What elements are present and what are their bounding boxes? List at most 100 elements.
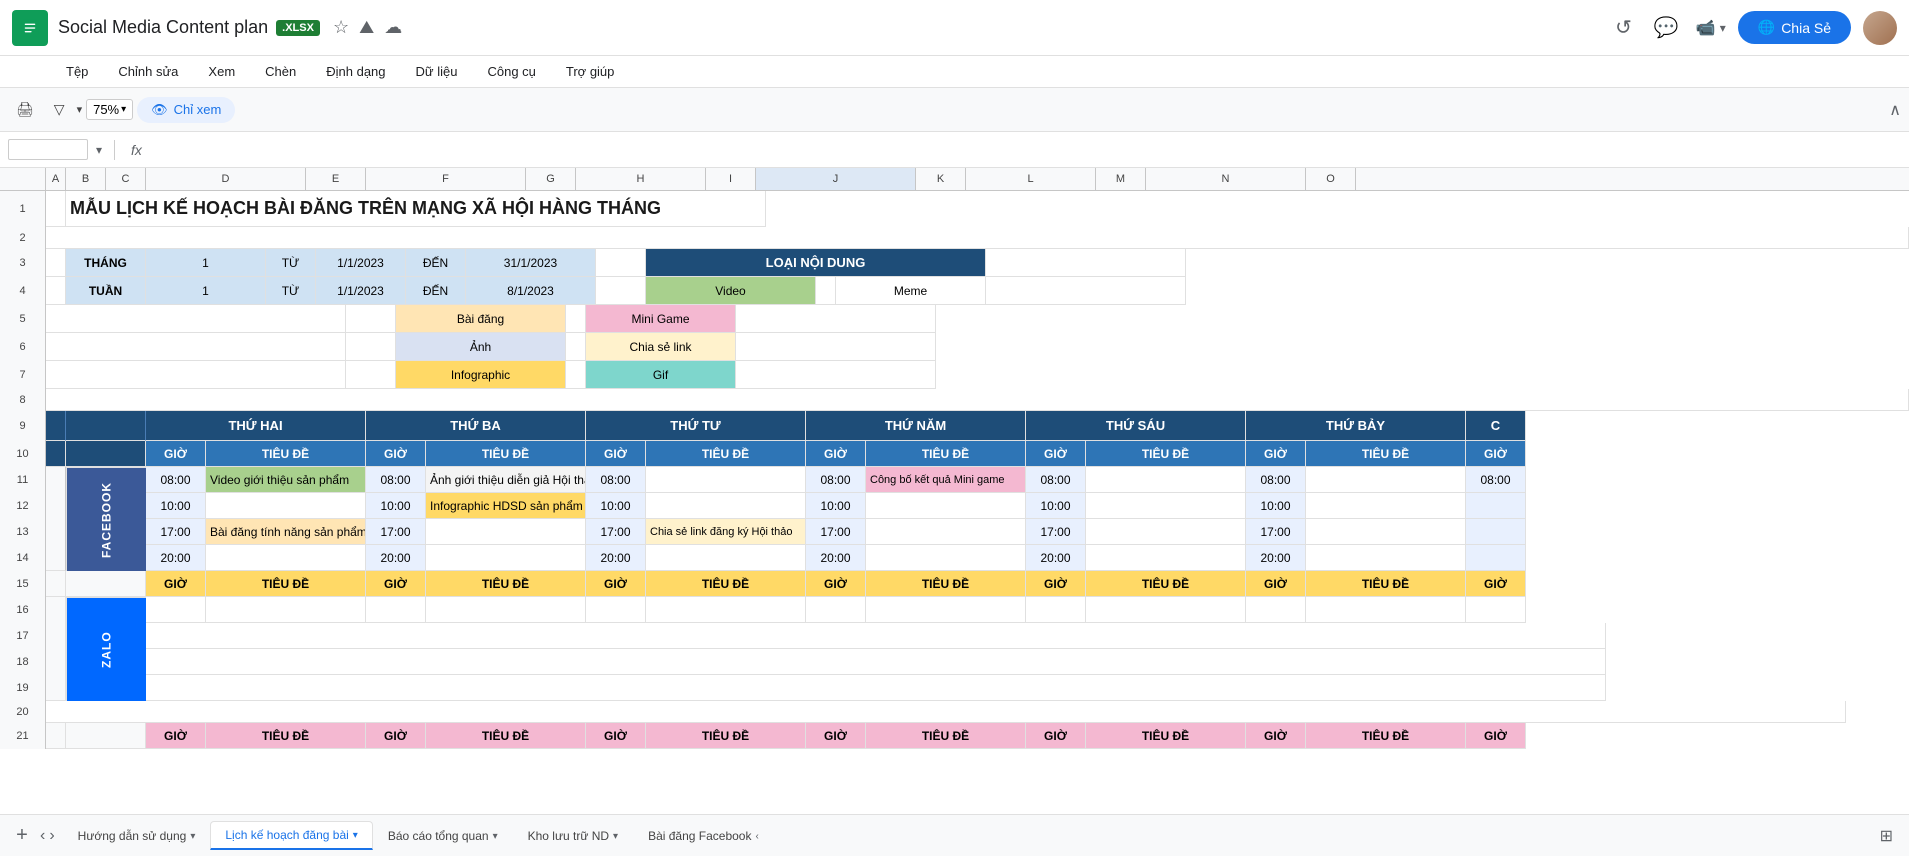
- filter-button[interactable]: ▽: [46, 97, 73, 122]
- add-sheet-button[interactable]: +: [8, 822, 36, 850]
- toolbar-right: ∧: [1889, 100, 1901, 120]
- menu-chen[interactable]: Chèn: [259, 62, 302, 81]
- menu-dinh-dang[interactable]: Định dạng: [320, 62, 391, 81]
- fb-gio-3-2: 17:00: [366, 519, 426, 545]
- col-a[interactable]: A: [46, 168, 66, 190]
- tab-lich-ke-hoach-dropdown[interactable]: ▾: [353, 830, 358, 841]
- rownum-8: 8: [0, 389, 46, 411]
- tab-bao-cao[interactable]: Báo cáo tổng quan ▾: [373, 822, 513, 849]
- user-avatar[interactable]: [1863, 11, 1897, 45]
- menu-tep[interactable]: Tệp: [60, 62, 94, 81]
- tab-next-button[interactable]: ›: [49, 827, 54, 845]
- rownum-6: 6: [0, 333, 46, 361]
- share-button[interactable]: 🌐 Chia Sẻ: [1738, 11, 1851, 44]
- fb-title-2-3: [646, 493, 806, 519]
- fb-title-4-4: [866, 545, 1026, 571]
- fb-title-1-1: Video giới thiệu sản phẩm: [206, 467, 366, 493]
- fb-title-3-4: [866, 519, 1026, 545]
- zalo-sub-tieu-de-1: TIÊU ĐỀ: [206, 571, 366, 597]
- drive-icon[interactable]: ⛰: [359, 17, 374, 38]
- loai-mini-game: Mini Game: [586, 305, 736, 333]
- fb-title-2-5: [1086, 493, 1246, 519]
- rownum-5: 5: [0, 305, 46, 333]
- col-k[interactable]: K: [916, 168, 966, 190]
- sub-gio-6: GIỜ: [1246, 441, 1306, 467]
- fb-row-11: 08:00 Video giới thiệu sản phẩm 08:00 Ản…: [146, 467, 1909, 493]
- row-21: 21 GIỜ TIÊU ĐỀ GIỜ TIÊU ĐỀ GIỜ TIÊU ĐỀ G…: [0, 723, 1909, 749]
- fb-gio-1-6: 08:00: [1246, 467, 1306, 493]
- menu-du-lieu[interactable]: Dữ liệu: [410, 62, 464, 81]
- fb-title-2-6: [1306, 493, 1466, 519]
- history-button[interactable]: ↺: [1615, 15, 1632, 40]
- sub-tieu-de-1: TIÊU ĐỀ: [206, 441, 366, 467]
- eye-icon: 👁: [151, 102, 168, 118]
- fb-gio-2-7: [1466, 493, 1526, 519]
- fb-gio-2-1: 10:00: [146, 493, 206, 519]
- col-c[interactable]: C: [106, 168, 146, 190]
- chi-xem-button[interactable]: 👁 Chỉ xem: [137, 97, 235, 123]
- fb-gio-1-4: 08:00: [806, 467, 866, 493]
- meet-button[interactable]: 📹 ▾: [1696, 18, 1726, 38]
- fb-title-3-3: Chia sẻ link đăng ký Hội thảo: [646, 519, 806, 545]
- tab-huong-dan-dropdown[interactable]: ▾: [190, 831, 195, 842]
- row-15-zalo-headers: 15 GIỜ TIÊU ĐỀ GIỜ TIÊU ĐỀ GIỜ TIÊU ĐỀ G…: [0, 571, 1909, 597]
- row-nums-col: 11 12 13 14: [0, 467, 46, 571]
- menu-chinh-sua[interactable]: Chỉnh sửa: [112, 62, 184, 81]
- col-m[interactable]: M: [1096, 168, 1146, 190]
- tab-kho-luu-tru-dropdown[interactable]: ▾: [613, 831, 618, 842]
- menu-cong-cu[interactable]: Công cụ: [481, 62, 541, 81]
- cloud-icon[interactable]: ☁: [384, 17, 402, 38]
- facebook-data: 08:00 Video giới thiệu sản phẩm 08:00 Ản…: [146, 467, 1909, 571]
- cell-row20: [46, 701, 1846, 723]
- col-e[interactable]: E: [306, 168, 366, 190]
- meet-dropdown[interactable]: ▾: [1720, 21, 1726, 35]
- col-h[interactable]: H: [576, 168, 706, 190]
- tab-bai-dang-fb[interactable]: Bài đăng Facebook ‹: [633, 822, 774, 849]
- cell-row7-left: [46, 361, 346, 389]
- tab-kho-luu-tru[interactable]: Kho lưu trữ ND ▾: [513, 822, 633, 849]
- col-b[interactable]: B: [66, 168, 106, 190]
- menu-tro-giup[interactable]: Trợ giúp: [560, 62, 621, 81]
- tab-bao-cao-dropdown[interactable]: ▾: [493, 831, 498, 842]
- z-row18: [146, 649, 1606, 675]
- cell-reference-input[interactable]: J3:L3: [8, 139, 88, 160]
- tab-lich-ke-hoach[interactable]: Lịch kế hoạch đăng bài ▾: [210, 821, 372, 850]
- fb-gio-4-7: [1466, 545, 1526, 571]
- cell-b15: [66, 571, 146, 597]
- rownum-2: 2: [0, 227, 46, 249]
- col-g[interactable]: G: [526, 168, 576, 190]
- formula-input[interactable]: LOẠI NỘI DUNG: [154, 142, 1901, 157]
- tab-bai-dang-fb-dropdown[interactable]: ‹: [755, 831, 758, 842]
- col-f[interactable]: F: [366, 168, 526, 190]
- cell-ref-dropdown[interactable]: ▾: [96, 143, 102, 157]
- comments-button[interactable]: 💬: [1654, 15, 1679, 40]
- loai-gif: Gif: [586, 361, 736, 389]
- row21-gio-7: GIỜ: [1466, 723, 1526, 749]
- tab-huong-dan[interactable]: Hướng dẫn sử dụng ▾: [63, 822, 211, 849]
- fb-title-1-3: [646, 467, 806, 493]
- col-i[interactable]: I: [706, 168, 756, 190]
- col-d[interactable]: D: [146, 168, 306, 190]
- day-thu-bay: THỨ BẢY: [1246, 411, 1466, 441]
- loai-anh: Ảnh: [396, 333, 566, 361]
- fb-gio-1-3: 08:00: [586, 467, 646, 493]
- rownum-17: 17: [0, 623, 46, 649]
- print-button[interactable]: 🖨: [8, 97, 42, 122]
- fb-title-4-6: [1306, 545, 1466, 571]
- zoom-selector[interactable]: 75% ▾: [86, 99, 133, 120]
- fb-gio-2-3: 10:00: [586, 493, 646, 519]
- star-icon[interactable]: ☆: [333, 17, 349, 38]
- collapse-toolbar-button[interactable]: ∧: [1889, 102, 1901, 119]
- col-j[interactable]: J: [756, 168, 916, 190]
- day-chu-nhat: C: [1466, 411, 1526, 441]
- col-o[interactable]: O: [1306, 168, 1356, 190]
- menu-xem[interactable]: Xem: [202, 62, 241, 81]
- col-l[interactable]: L: [966, 168, 1096, 190]
- rownum-18: 18: [0, 649, 46, 675]
- fb-gio-4-6: 20:00: [1246, 545, 1306, 571]
- col-n[interactable]: N: [1146, 168, 1306, 190]
- sheets-expand-button[interactable]: ⊞: [1880, 826, 1893, 846]
- cell-tuan-tu: TỪ: [266, 277, 316, 305]
- filter-dropdown[interactable]: ▾: [77, 103, 83, 116]
- tab-prev-button[interactable]: ‹: [40, 827, 45, 845]
